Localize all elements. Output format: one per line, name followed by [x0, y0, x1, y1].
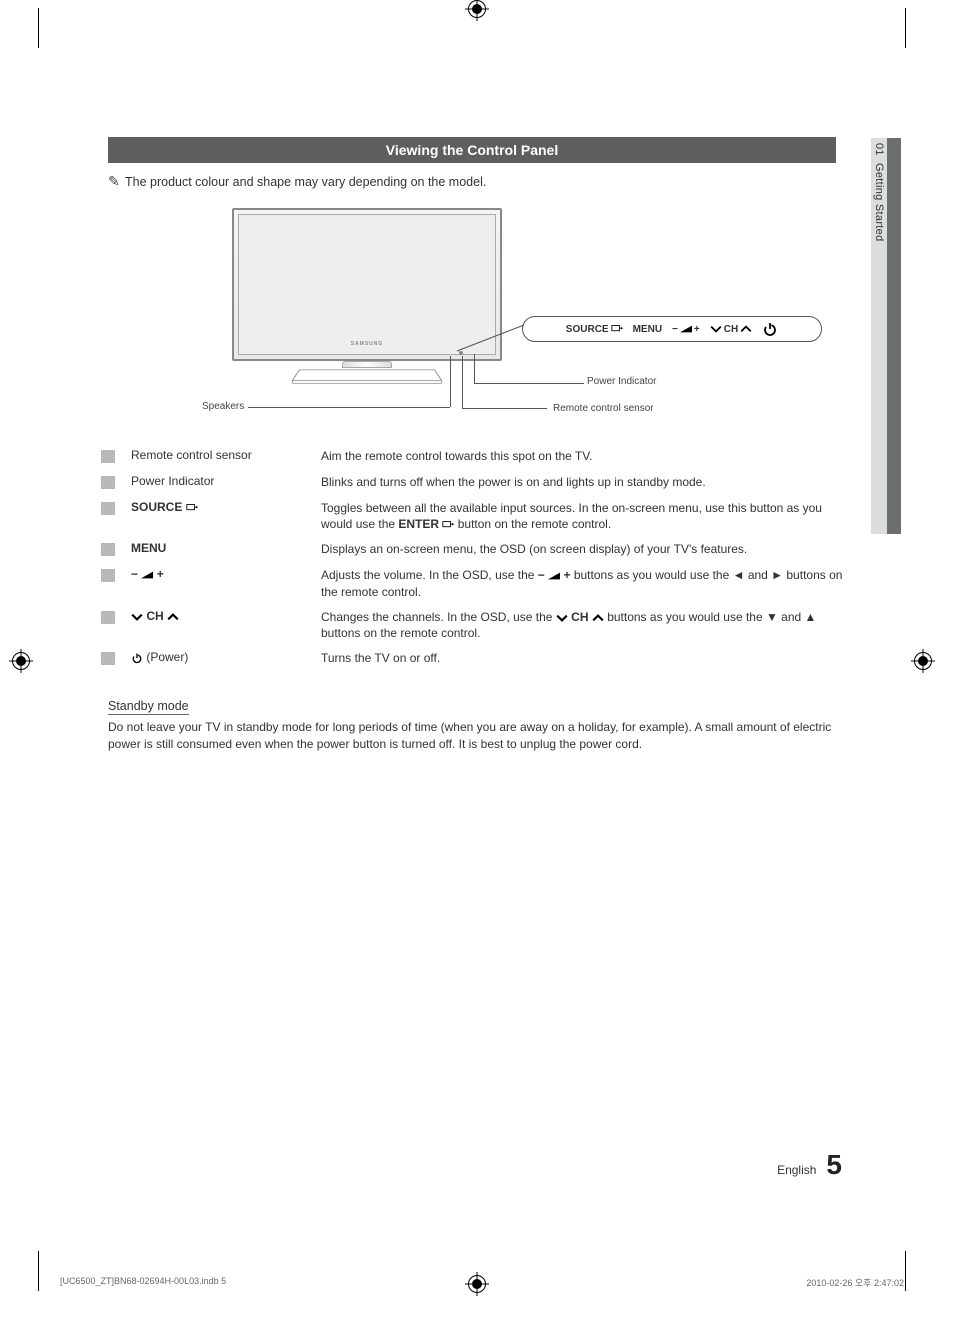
standby-heading: Standby mode: [108, 699, 189, 715]
tv-stand: [282, 368, 452, 386]
chevron-up-icon: [592, 613, 604, 623]
section-label: Getting Started: [873, 163, 885, 242]
row-name: SOURCE: [131, 496, 321, 518]
table-row: (Power) Turns the TV on or off.: [101, 645, 843, 671]
registration-mark: [12, 652, 30, 670]
crop-mark: [38, 1251, 46, 1291]
leader-line: [462, 356, 463, 409]
chevron-down-icon: [710, 324, 722, 334]
speakers-label: Speakers: [202, 401, 244, 412]
row-marker: [101, 611, 115, 624]
chevron-up-icon: [740, 324, 752, 334]
row-name: Remote control sensor: [131, 444, 321, 466]
table-row: MENU Displays an on-screen menu, the OSD…: [101, 536, 843, 562]
crop-mark: [38, 8, 46, 48]
registration-mark: [468, 0, 486, 18]
panel-source: SOURCE: [566, 324, 623, 335]
crop-mark: [898, 8, 906, 48]
power-icon: [131, 652, 143, 664]
page: 01 Getting Started Viewing the Control P…: [0, 0, 954, 1321]
leader-line: [450, 356, 451, 407]
leader-line: [474, 354, 475, 384]
print-footer: [UC6500_ZT]BN68-02694H-00L03.indb 5 2010…: [60, 1276, 904, 1289]
tv-neck: [342, 361, 392, 368]
section-header: Viewing the Control Panel: [108, 137, 836, 163]
leader-line: [248, 407, 450, 408]
row-desc: Turns the TV on or off.: [321, 646, 843, 670]
controls-table: Remote control sensor Aim the remote con…: [101, 443, 843, 671]
table-row: SOURCE Toggles between all the available…: [101, 495, 843, 536]
power-indicator-label: Power Indicator: [587, 376, 656, 387]
row-marker: [101, 450, 115, 463]
standby-body: Do not leave your TV in standby mode for…: [108, 719, 836, 753]
leader-line: [462, 408, 547, 409]
callout-line: [452, 323, 527, 353]
row-desc: Toggles between all the available input …: [321, 496, 843, 536]
table-row: Power Indicator Blinks and turns off whe…: [101, 469, 843, 495]
row-marker: [101, 543, 115, 556]
row-desc: Adjusts the volume. In the OSD, use the …: [321, 563, 843, 603]
control-panel-callout: SOURCE MENU − + CH: [522, 316, 822, 342]
row-desc: Blinks and turns off when the power is o…: [321, 470, 843, 494]
row-marker: [101, 476, 115, 489]
chevron-down-icon: [131, 612, 143, 622]
row-name-channel: CH: [131, 605, 321, 627]
row-name: Power Indicator: [131, 470, 321, 492]
page-footer: English 5: [777, 1149, 842, 1181]
row-desc: Aim the remote control towards this spot…: [321, 444, 843, 468]
panel-menu: MENU: [633, 324, 662, 335]
page-number: 5: [826, 1149, 842, 1181]
enter-icon: [186, 503, 198, 513]
volume-wedge-icon: [548, 571, 560, 581]
tv-diagram: SAMSUNG SOURCE MENU − + CH: [172, 208, 772, 433]
power-icon: [762, 321, 778, 337]
section-tab: 01 Getting Started: [871, 138, 887, 534]
note-icon: ✎: [108, 173, 120, 189]
volume-wedge-icon: [141, 570, 153, 580]
row-desc: Changes the channels. In the OSD, use th…: [321, 605, 843, 645]
volume-wedge-icon: [680, 324, 692, 334]
row-desc: Displays an on-screen menu, the OSD (on …: [321, 537, 843, 561]
panel-channel: CH: [710, 324, 752, 335]
registration-mark: [914, 652, 932, 670]
row-name-volume: − +: [131, 563, 321, 585]
row-name-power: (Power): [131, 646, 321, 668]
enter-icon: [442, 520, 454, 530]
row-marker: [101, 652, 115, 665]
leader-line: [474, 383, 584, 384]
footer-lang: English: [777, 1163, 816, 1177]
panel-volume: − +: [672, 324, 700, 335]
print-timestamp: 2010-02-26 오후 2:47:02: [806, 1276, 904, 1289]
row-marker: [101, 502, 115, 515]
note: ✎ The product colour and shape may vary …: [108, 173, 836, 190]
table-row: CH Changes the channels. In the OSD, use…: [101, 604, 843, 645]
content: Viewing the Control Panel ✎ The product …: [108, 137, 836, 753]
row-marker: [101, 569, 115, 582]
chevron-up-icon: [167, 612, 179, 622]
remote-sensor-label: Remote control sensor: [553, 403, 654, 414]
row-name: MENU: [131, 537, 321, 559]
section-number: 01: [873, 143, 885, 156]
table-row: Remote control sensor Aim the remote con…: [101, 443, 843, 469]
tv-logo: SAMSUNG: [351, 341, 384, 347]
note-text: The product colour and shape may vary de…: [125, 175, 486, 189]
print-file: [UC6500_ZT]BN68-02694H-00L03.indb 5: [60, 1276, 226, 1289]
table-row: − + Adjusts the volume. In the OSD, use …: [101, 562, 843, 603]
chevron-down-icon: [556, 613, 568, 623]
enter-icon: [611, 324, 623, 334]
